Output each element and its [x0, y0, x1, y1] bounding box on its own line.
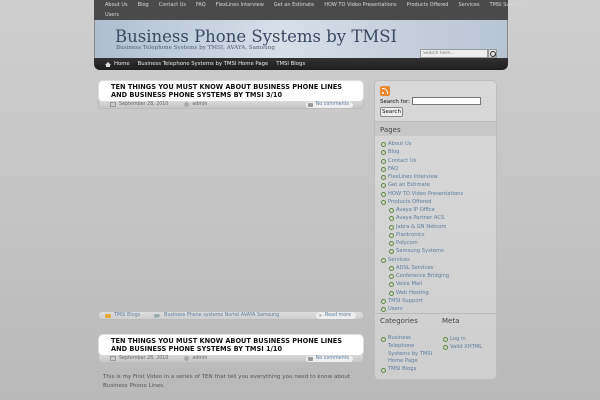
pages-list-item[interactable]: HOW TO Video Presentations — [379, 190, 463, 198]
site-header: Business Phone Systems by TMSI Business … — [94, 20, 508, 58]
post-1-date: September 28, 2010 — [119, 102, 169, 107]
category-item[interactable]: Business Telephone Systems by TMSI Home … — [379, 335, 434, 366]
comment-bubble-icon — [307, 356, 313, 361]
secondary-navigation: Home Business Telephone Systems by TMSI … — [94, 58, 508, 70]
user-icon — [184, 356, 190, 361]
pages-list-item[interactable]: Avaya Partner ACS — [379, 214, 463, 222]
meta-item-valid-xhtml[interactable]: Valid XHTML — [441, 343, 482, 351]
header-search — [420, 49, 497, 58]
pages-list-item[interactable]: Get an Estimate — [379, 181, 463, 189]
pages-list-item[interactable]: ADSL Services — [379, 264, 463, 272]
sidebar-search-label: Search for: — [380, 99, 410, 105]
search-icon[interactable] — [488, 49, 497, 58]
sidebar: Search for: Search Pages About Us Blog Con… — [374, 80, 497, 380]
top-nav-users[interactable]: Users — [94, 10, 124, 20]
read-more-button[interactable]: » Read more — [315, 312, 356, 319]
categories-list: Business Telephone Systems by TMSI Home … — [379, 335, 434, 374]
post-1-video-area[interactable] — [98, 112, 364, 312]
pages-list-item[interactable]: Polycom — [379, 239, 463, 247]
user-icon — [184, 102, 190, 107]
subnav-tmsi-blogs[interactable]: TMSI Blogs — [272, 61, 309, 67]
meta-heading: Meta — [442, 317, 460, 325]
pages-list-item[interactable]: Blog — [379, 148, 463, 156]
post-2-meta: September 28, 2010 admin No comments — [98, 355, 364, 363]
calendar-icon — [110, 102, 116, 107]
top-nav-contact-us[interactable]: Contact Us — [154, 0, 191, 10]
post-1-tags[interactable]: Business Phone systems Nortel AVAYA Sams… — [164, 313, 279, 318]
pages-list-item[interactable]: Conference Bridging — [379, 272, 463, 280]
top-nav-how-to-video[interactable]: HOW TO Video Presentations — [319, 0, 401, 10]
top-nav-services[interactable]: Services — [453, 0, 484, 10]
site-title[interactable]: Business Phone Systems by TMSI — [115, 27, 397, 46]
post-2-comments-label: No comments — [315, 356, 349, 361]
pages-list-item[interactable]: FAQ — [379, 165, 463, 173]
pages-list-item[interactable]: Samsung Systems — [379, 247, 463, 255]
top-nav-row-2: Users — [94, 10, 508, 20]
pages-list-item[interactable]: Avaya IP Office — [379, 206, 463, 214]
meta-list: Log in Valid XHTML — [441, 335, 482, 352]
post-1-category[interactable]: TMSI Blogs — [114, 313, 140, 318]
pages-list-item[interactable]: About Us — [379, 140, 463, 148]
double-arrow-icon: » — [318, 312, 322, 319]
read-more-label: Read more — [324, 313, 351, 318]
category-item[interactable]: TMSI Blogs — [379, 366, 434, 374]
categories-heading: Categories — [380, 317, 418, 325]
post-1-author[interactable]: admin — [192, 102, 207, 107]
top-nav-faq[interactable]: FAQ — [191, 0, 211, 10]
post-2-title[interactable]: TEN THINGS YOU MUST KNOW ABOUT BUSINESS … — [98, 334, 364, 356]
post-1-footer: TMSI Blogs Business Phone systems Nortel… — [98, 311, 364, 320]
calendar-icon — [110, 356, 116, 361]
post-1-meta: September 28, 2010 admin No comments — [98, 101, 364, 109]
tag-icon — [154, 313, 161, 318]
folder-icon — [105, 313, 111, 318]
pages-list-item[interactable]: Web Hosting — [379, 289, 463, 297]
top-nav-tmsi-support[interactable]: TMSI Support — [485, 0, 528, 10]
meta-item-log-in[interactable]: Log in — [441, 335, 482, 343]
pages-list-item[interactable]: Jabra & GN Netcom — [379, 223, 463, 231]
top-nav-flexlines-interview[interactable]: FlexLines Interview — [211, 0, 269, 10]
post-2-author[interactable]: admin — [192, 356, 207, 361]
sidebar-search-button[interactable]: Search — [380, 107, 403, 117]
sidebar-divider — [375, 313, 496, 314]
post-2-excerpt: This is my First Video in a series of TE… — [103, 374, 351, 389]
top-nav-get-an-estimate[interactable]: Get an Estimate — [269, 0, 319, 10]
pages-list-item[interactable]: FlexLines Interview — [379, 173, 463, 181]
pages-list-item[interactable]: TMSI Support — [379, 297, 463, 305]
top-nav-products-offered[interactable]: Products Offered — [402, 0, 454, 10]
pages-list-item[interactable]: Plantronics — [379, 231, 463, 239]
pages-heading: Pages — [375, 121, 496, 136]
top-nav-blog[interactable]: Blog — [133, 0, 154, 10]
home-icon — [105, 61, 111, 67]
subnav-home-label: Home — [114, 61, 130, 67]
site-description: Business Telephone Systems by TMSI, AVAY… — [116, 45, 275, 51]
post-2-date: September 28, 2010 — [119, 356, 169, 361]
top-navigation: About Us Blog Contact Us FAQ FlexLines I… — [94, 0, 523, 20]
comment-bubble-icon — [307, 102, 313, 107]
post-1-title[interactable]: TEN THINGS YOU MUST KNOW ABOUT BUSINESS … — [98, 80, 364, 102]
post-1-comments[interactable]: No comments — [305, 101, 353, 108]
sidebar-search-input[interactable] — [412, 97, 481, 105]
pages-list-item[interactable]: Services — [379, 256, 463, 264]
post-1-comments-label: No comments — [315, 102, 349, 107]
pages-list-item[interactable]: Contact Us — [379, 157, 463, 165]
post-2-comments[interactable]: No comments — [305, 355, 353, 362]
rss-icon[interactable] — [380, 86, 390, 96]
top-nav-row-1: About Us Blog Contact Us FAQ FlexLines I… — [94, 0, 523, 10]
pages-list-item[interactable]: Products Offered — [379, 198, 463, 206]
pages-list: About Us Blog Contact Us FAQ FlexLines Inter… — [379, 140, 463, 313]
subnav-business-telephone-home[interactable]: Business Telephone Systems by TMSI Home … — [134, 61, 273, 67]
pages-list-item[interactable]: Voice Mail — [379, 280, 463, 288]
subnav-home[interactable]: Home — [94, 61, 134, 67]
top-nav-about-us[interactable]: About Us — [94, 0, 133, 10]
header-search-input[interactable] — [420, 49, 488, 58]
pages-list-item[interactable]: Users — [379, 305, 463, 313]
